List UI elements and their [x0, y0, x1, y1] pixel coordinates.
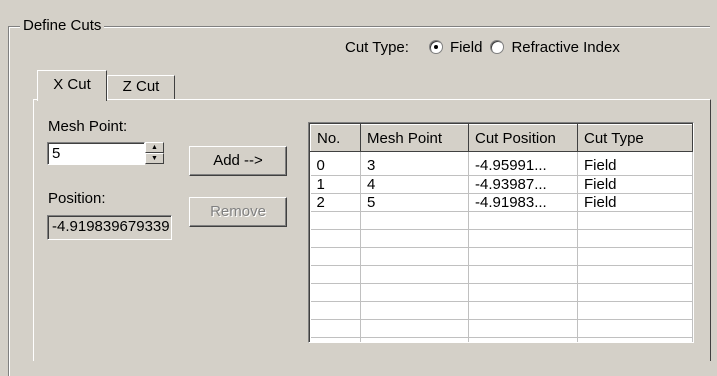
- cell-cut-type: Field: [577, 193, 693, 212]
- table-header-row: No. Mesh Point Cut Position Cut Type: [310, 124, 693, 152]
- mesh-point-input[interactable]: 5: [47, 142, 145, 165]
- cell-no: 2: [310, 193, 361, 212]
- radio-refractive-index-label[interactable]: Refractive Index: [511, 39, 619, 56]
- cell-mesh-point: 5: [360, 193, 469, 212]
- position-field[interactable]: -4.919839679339: [47, 215, 172, 240]
- define-cuts-title: Define Cuts: [20, 17, 105, 35]
- radio-selected-dot: [433, 45, 438, 49]
- cell-cut-position: -4.95991...: [468, 157, 578, 176]
- cell-cut-position: -4.91983...: [468, 193, 578, 212]
- tab-x-cut[interactable]: X Cut: [37, 70, 107, 101]
- radio-refractive-index-circle[interactable]: [490, 40, 505, 54]
- column-header-cut-type[interactable]: Cut Type: [577, 124, 693, 152]
- add-button[interactable]: Add -->: [189, 146, 287, 176]
- empty-row: [310, 229, 693, 248]
- empty-row: [310, 265, 693, 284]
- cell-cut-position: -4.93987...: [468, 175, 578, 194]
- tab-x-cut-label[interactable]: X Cut: [38, 71, 106, 95]
- empty-row: [310, 211, 693, 230]
- cut-type-label: Cut Type:: [345, 38, 409, 56]
- spin-up-arrow-icon[interactable]: ▲: [145, 142, 164, 153]
- column-header-cut-position[interactable]: Cut Position: [468, 124, 578, 152]
- cell-no: 1: [310, 175, 361, 194]
- table-row[interactable]: 2 5 -4.91983... Field: [310, 193, 693, 212]
- radio-field-circle[interactable]: [428, 40, 443, 54]
- position-label: Position:: [48, 190, 106, 207]
- spin-down-arrow-icon[interactable]: ▼: [145, 153, 164, 164]
- empty-row: [310, 337, 693, 342]
- empty-row: [310, 247, 693, 266]
- cell-cut-type: Field: [577, 157, 693, 176]
- cell-cut-type: Field: [577, 175, 693, 194]
- table-row[interactable]: 0 3 -4.95991... Field: [310, 157, 693, 176]
- radio-refractive-index[interactable]: Refractive Index: [490, 39, 620, 56]
- cell-no: 0: [310, 157, 361, 176]
- empty-row: [310, 319, 693, 338]
- empty-row: [310, 301, 693, 320]
- cuts-table: No. Mesh Point Cut Position Cut Type 0 3…: [310, 124, 693, 342]
- mesh-point-spinner[interactable]: ▲ ▼: [145, 142, 164, 165]
- column-header-mesh-point[interactable]: Mesh Point: [360, 124, 469, 152]
- column-header-no[interactable]: No.: [310, 124, 361, 152]
- cell-mesh-point: 4: [360, 175, 469, 194]
- cuts-list-view[interactable]: No. Mesh Point Cut Position Cut Type 0 3…: [308, 122, 694, 343]
- empty-row: [310, 283, 693, 302]
- cell-mesh-point: 3: [360, 157, 469, 176]
- radio-field-label[interactable]: Field: [450, 39, 483, 56]
- table-row[interactable]: 1 4 -4.93987... Field: [310, 175, 693, 194]
- cut-type-group: Cut Type: Field Refractive Index: [345, 37, 628, 57]
- radio-field[interactable]: Field: [428, 39, 483, 56]
- tab-z-cut[interactable]: Z Cut: [107, 75, 175, 99]
- mesh-point-label: Mesh Point:: [48, 118, 128, 135]
- tab-z-cut-label[interactable]: Z Cut: [108, 76, 174, 97]
- remove-button[interactable]: Remove: [189, 197, 287, 227]
